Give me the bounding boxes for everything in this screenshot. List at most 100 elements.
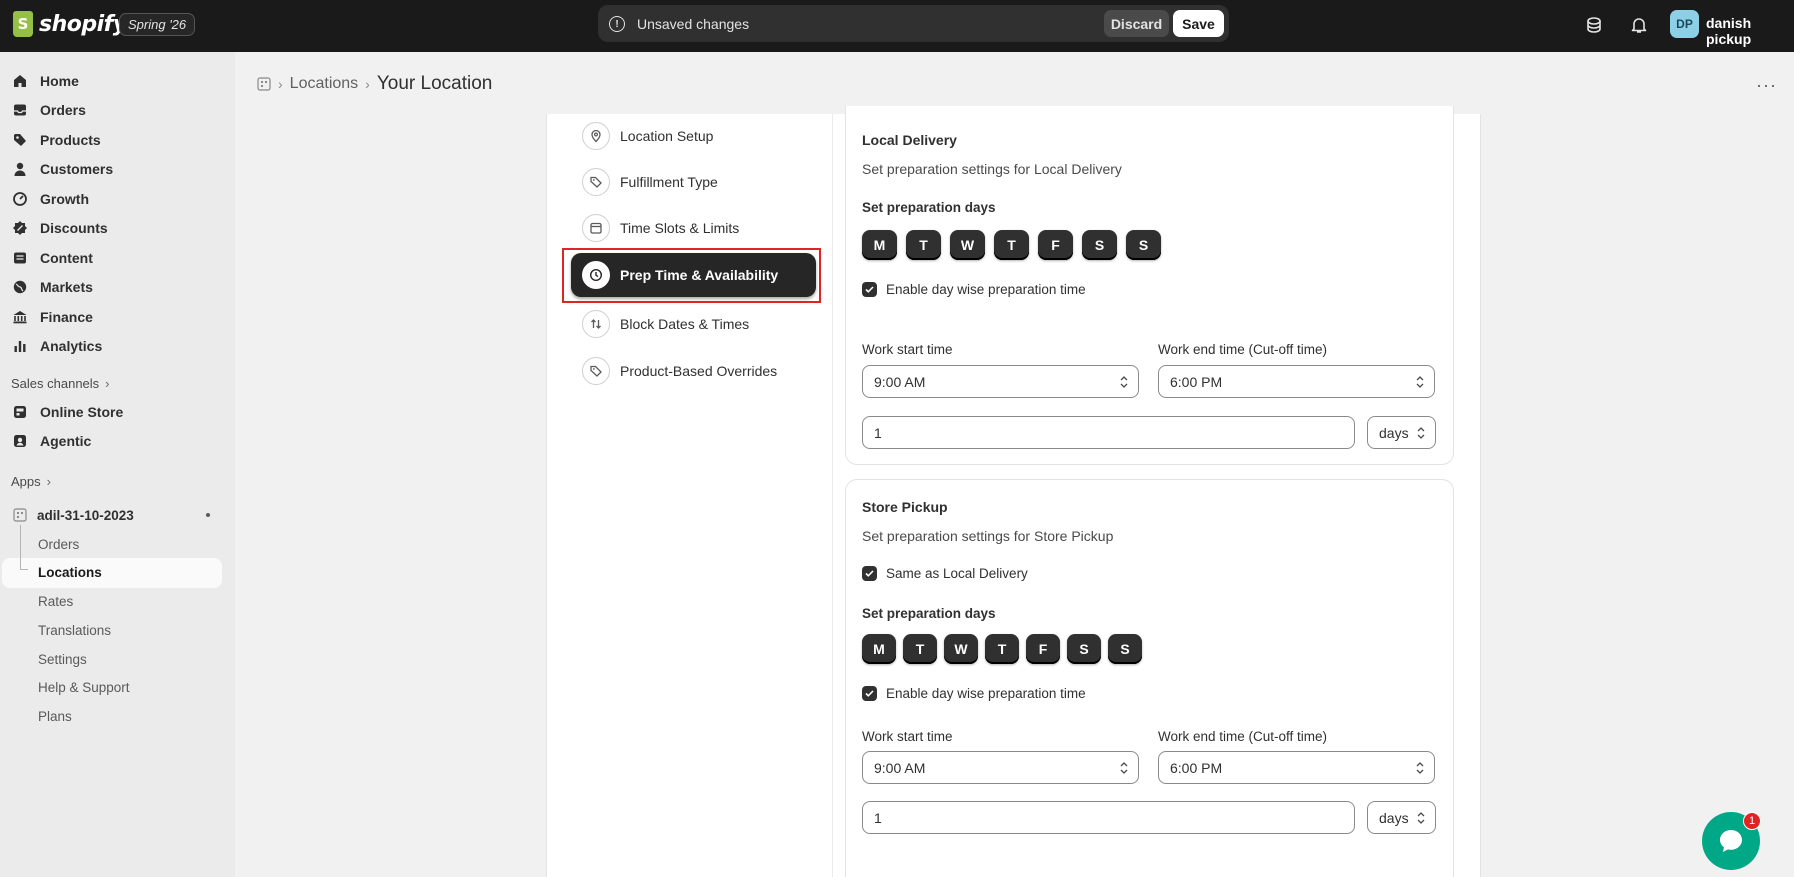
select-value: days [1379, 424, 1409, 441]
store-icon [11, 403, 29, 421]
more-actions-icon[interactable]: ··· [1756, 75, 1777, 96]
discard-button[interactable]: Discard [1104, 10, 1169, 37]
day-toggle-tue[interactable]: T [906, 230, 941, 260]
tab-label: Fulfillment Type [620, 174, 718, 190]
arrows-icon [582, 310, 610, 338]
section-title: Local Delivery [862, 132, 957, 148]
agentic-icon [11, 432, 29, 450]
prep-days-label: Set preparation days [862, 200, 996, 215]
bell-icon[interactable] [1628, 14, 1650, 36]
prep-time-input[interactable]: 1 [862, 416, 1355, 449]
checkbox-checked[interactable] [862, 686, 877, 701]
same-as-checkbox-row[interactable]: Same as Local Delivery [862, 566, 1028, 581]
day-toggle-mon[interactable]: M [862, 230, 897, 260]
day-wise-label: Enable day wise preparation time [886, 686, 1086, 701]
app-subitem-translations[interactable]: Translations [38, 623, 111, 638]
select-value: 9:00 AM [874, 759, 926, 776]
day-toggle-sat[interactable]: S [1082, 230, 1117, 260]
day-toggle-wed[interactable]: W [950, 230, 985, 260]
prep-unit-select[interactable]: days [1367, 801, 1436, 834]
app-icon[interactable] [257, 77, 271, 91]
chevron-right-icon: › [46, 474, 51, 489]
sidebar-item-growth[interactable]: Growth [0, 185, 222, 213]
sidebar-item-agentic[interactable]: Agentic [0, 427, 222, 455]
app-subitem-settings[interactable]: Settings [38, 652, 87, 667]
tab-time-slots-limits[interactable]: Time Slots & Limits [571, 206, 816, 250]
day-toggle-sun[interactable]: S [1108, 634, 1142, 664]
day-toggle-fri[interactable]: F [1026, 634, 1060, 664]
app-subitem-rates[interactable]: Rates [38, 594, 73, 609]
sidebar-item-markets[interactable]: Markets [0, 273, 222, 301]
day-wise-checkbox-row[interactable]: Enable day wise preparation time [862, 282, 1086, 297]
day-toggle-fri[interactable]: F [1038, 230, 1073, 260]
app-subitem-locations[interactable]: Locations [38, 565, 102, 580]
work-end-label: Work end time (Cut-off time) [1158, 729, 1328, 744]
username[interactable]: danish pickup [1706, 15, 1794, 47]
day-toggle-tue[interactable]: T [903, 634, 937, 664]
tab-block-dates-times[interactable]: Block Dates & Times [571, 302, 816, 346]
work-start-select[interactable]: 9:00 AM [862, 751, 1139, 784]
shopify-bag-icon: S [13, 11, 33, 37]
app-subitem-plans[interactable]: Plans [38, 709, 72, 724]
day-toggle-thu[interactable]: T [994, 230, 1029, 260]
sidebar-item-online-store[interactable]: Online Store [0, 398, 222, 426]
section-title: Store Pickup [862, 499, 948, 515]
sidebar-item-customers[interactable]: Customers [0, 155, 222, 183]
tab-location-setup[interactable]: Location Setup [571, 114, 816, 158]
stack-icon[interactable] [1583, 14, 1605, 36]
day-toggle-mon[interactable]: M [862, 634, 896, 664]
sales-channels-text: Sales channels [11, 376, 100, 391]
chevron-right-icon: › [105, 376, 110, 391]
day-wise-checkbox-row[interactable]: Enable day wise preparation time [862, 686, 1086, 701]
work-start-select[interactable]: 9:00 AM [862, 365, 1139, 398]
tab-label: Block Dates & Times [620, 316, 750, 332]
app-pin-dot [206, 513, 210, 517]
sidebar-item-finance[interactable]: Finance [0, 303, 222, 331]
sidebar-item-label: Products [40, 132, 101, 148]
sales-channels-label[interactable]: Sales channels › [11, 376, 110, 391]
sidebar-item-products[interactable]: Products [0, 126, 222, 154]
save-button[interactable]: Save [1173, 10, 1224, 37]
checkbox-checked[interactable] [862, 566, 877, 581]
prep-time-input[interactable]: 1 [862, 801, 1355, 834]
day-wise-label: Enable day wise preparation time [886, 282, 1086, 297]
apps-label[interactable]: Apps › [11, 474, 51, 489]
work-end-select[interactable]: 6:00 PM [1158, 751, 1435, 784]
day-toggle-thu[interactable]: T [985, 634, 1019, 664]
tab-fulfillment-type[interactable]: Fulfillment Type [571, 160, 816, 204]
day-toggle-sat[interactable]: S [1067, 634, 1101, 664]
sidebar-item-analytics[interactable]: Analytics [0, 332, 222, 360]
checkbox-checked[interactable] [862, 282, 877, 297]
select-arrows-icon [1120, 376, 1128, 388]
prep-unit-select[interactable]: days [1367, 416, 1436, 449]
breadcrumb-locations-link[interactable]: Locations [290, 75, 359, 93]
prep-days-group: M T W T F S S [862, 230, 1161, 260]
sidebar-item-home[interactable]: Home [0, 67, 222, 95]
sidebar-item-label: Growth [40, 191, 89, 207]
day-toggle-wed[interactable]: W [944, 634, 978, 664]
tab-product-based-overrides[interactable]: Product-Based Overrides [571, 349, 816, 393]
day-toggle-sun[interactable]: S [1126, 230, 1161, 260]
sidebar-item-content[interactable]: Content [0, 244, 222, 272]
tab-label: Product-Based Overrides [620, 363, 778, 379]
select-arrows-icon [1417, 427, 1425, 439]
app-subitem-help-support[interactable]: Help & Support [38, 680, 130, 695]
work-end-select[interactable]: 6:00 PM [1158, 365, 1435, 398]
sidebar-app-item[interactable]: adil-31-10-2023 [0, 501, 222, 529]
edition-badge[interactable]: Spring '26 [119, 13, 196, 36]
local-delivery-section: Local Delivery Set preparation settings … [845, 106, 1454, 465]
tab-label: Location Setup [620, 128, 714, 144]
app-subitem-orders[interactable]: Orders [38, 537, 79, 552]
avatar[interactable]: DP [1670, 10, 1699, 38]
shopify-logo[interactable]: S shopify [13, 11, 127, 37]
select-value: 9:00 AM [874, 373, 926, 390]
select-arrows-icon [1417, 812, 1425, 824]
sidebar-item-discounts[interactable]: Discounts [0, 214, 222, 242]
calendar-icon [582, 214, 610, 242]
inbox-icon [11, 101, 29, 119]
sidebar-item-orders[interactable]: Orders [0, 96, 222, 124]
tag-icon [582, 357, 610, 385]
tag-icon [11, 131, 29, 149]
tab-label: Time Slots & Limits [620, 220, 740, 236]
home-icon [11, 72, 29, 90]
